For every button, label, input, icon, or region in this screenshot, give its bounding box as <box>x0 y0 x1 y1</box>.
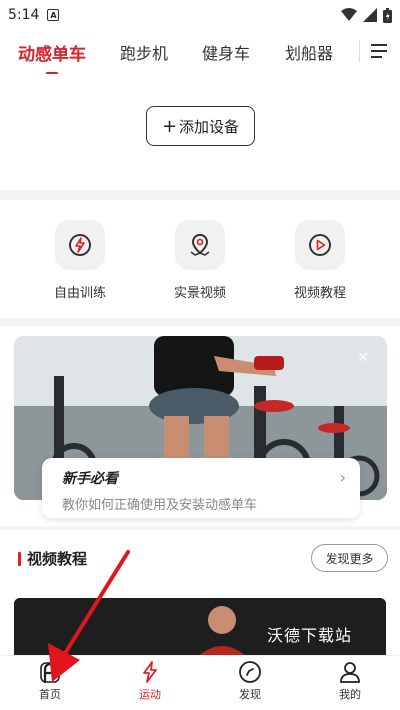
feature-label: 实景视频 <box>173 286 226 301</box>
notification-a-icon: A <box>47 9 60 21</box>
play-circle-icon <box>295 220 345 270</box>
nav-label: 首页 <box>39 688 61 701</box>
tab-treadmill[interactable]: 跑步机 <box>120 40 168 64</box>
nav-home[interactable]: 首页 <box>0 656 100 710</box>
bolt-icon <box>143 661 157 683</box>
bottom-navigation: 首页 运动 发现 我的 <box>0 655 400 710</box>
beginner-guide-card[interactable]: 新手必看 教你如何正确使用及安装动感单车 › <box>42 458 360 518</box>
feature-shortcuts: 自由训练 实景视频 视频教程 <box>0 200 400 318</box>
feature-video-tutorial[interactable]: 视频教程 <box>280 200 360 318</box>
category-tabs: 动感单车 跑步机 健身车 划船器 <box>0 30 400 74</box>
nav-label: 运动 <box>139 688 161 701</box>
device-panel: + 添加设备 <box>0 74 400 190</box>
menu-icon[interactable] <box>368 40 390 62</box>
plus-icon: + <box>161 115 178 137</box>
guide-title: 新手必看 <box>62 471 118 487</box>
guide-subtitle: 教你如何正确使用及安装动感单车 <box>62 498 258 513</box>
nav-label: 发现 <box>239 688 261 701</box>
video-tutorial-section: 视频教程 发现更多 沃德下载站 <box>0 530 400 660</box>
map-pin-icon <box>175 220 225 270</box>
section-title: 视频教程 <box>18 548 87 569</box>
feature-label: 自由训练 <box>53 286 106 301</box>
compass-icon <box>239 661 261 683</box>
nav-sport[interactable]: 运动 <box>100 656 200 710</box>
status-time: 5:14 <box>8 7 40 23</box>
close-icon[interactable]: ✕ <box>357 350 369 366</box>
feature-free-training[interactable]: 自由训练 <box>40 200 120 318</box>
nav-discover[interactable]: 发现 <box>200 656 300 710</box>
home-f-icon <box>40 662 60 684</box>
feature-label: 视频教程 <box>293 286 346 301</box>
add-device-label: 添加设备 <box>179 117 240 136</box>
tab-rowing-machine[interactable]: 划船器 <box>285 40 333 64</box>
feature-scenic-video[interactable]: 实景视频 <box>160 200 240 318</box>
tab-exercise-bike[interactable]: 健身车 <box>202 40 250 64</box>
video-card[interactable]: 沃德下载站 <box>14 598 386 660</box>
user-icon <box>340 662 360 683</box>
chevron-right-icon: › <box>339 468 346 487</box>
watermark-text: 沃德下载站 <box>266 626 352 645</box>
section-title-text: 视频教程 <box>27 550 88 568</box>
wifi-icon <box>341 8 357 21</box>
nav-label: 我的 <box>339 688 361 701</box>
title-accent-bar <box>18 551 21 566</box>
signal-icon <box>363 8 377 22</box>
add-device-button[interactable]: + 添加设备 <box>146 106 255 146</box>
status-bar: 5:14 A <box>0 0 400 30</box>
tab-divider <box>359 40 360 62</box>
battery-icon <box>383 7 392 23</box>
lightning-circle-icon <box>55 220 105 270</box>
status-icons <box>341 7 392 23</box>
tab-spin-bike[interactable]: 动感单车 <box>18 40 86 65</box>
discover-more-button[interactable]: 发现更多 <box>311 544 388 572</box>
nav-me[interactable]: 我的 <box>300 656 400 710</box>
